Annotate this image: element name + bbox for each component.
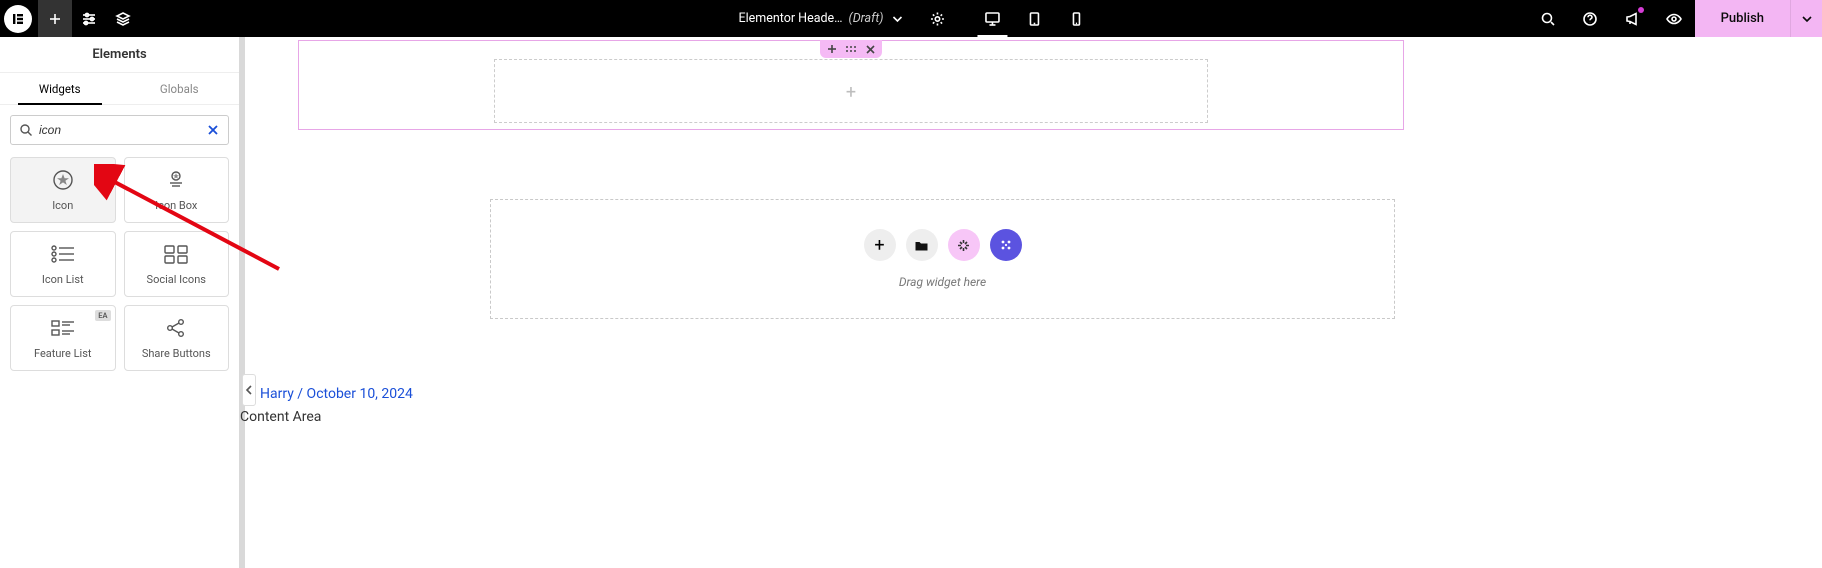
add-section-button[interactable]: + bbox=[864, 229, 896, 261]
publish-label: Publish bbox=[1721, 11, 1764, 26]
elementor-logo[interactable] bbox=[4, 5, 32, 33]
sparkle-icon bbox=[956, 238, 971, 253]
search-icon bbox=[1540, 11, 1556, 27]
notification-dot bbox=[1638, 7, 1644, 13]
sidebar-scrollbar[interactable] bbox=[239, 37, 245, 568]
publish-options-button[interactable] bbox=[1790, 0, 1822, 37]
clear-search-button[interactable] bbox=[206, 123, 220, 137]
plus-icon bbox=[827, 44, 837, 54]
search-icon bbox=[19, 123, 33, 137]
widget-label: Social Icons bbox=[147, 273, 206, 286]
tab-widgets-label: Widgets bbox=[39, 82, 81, 96]
social-icons-icon bbox=[163, 243, 189, 265]
gear-icon bbox=[930, 11, 946, 27]
widget-icon-box[interactable]: Icon Box bbox=[124, 157, 230, 223]
section-drag-handle[interactable] bbox=[845, 43, 857, 55]
add-widget-placeholder[interactable]: + bbox=[846, 82, 856, 103]
sidebar-tabs: Widgets Globals bbox=[0, 73, 239, 105]
byline-text: Harry / October 10, 2024 bbox=[260, 386, 413, 402]
notifications-button[interactable] bbox=[1611, 0, 1653, 37]
publish-group: Publish bbox=[1695, 0, 1822, 37]
search-wrap bbox=[0, 105, 239, 157]
help-icon bbox=[1582, 11, 1598, 27]
tablet-icon bbox=[1027, 11, 1043, 27]
search-input[interactable] bbox=[11, 123, 228, 137]
layers-icon bbox=[115, 11, 131, 27]
sidebar-title: Elements bbox=[0, 37, 239, 73]
feature-list-icon bbox=[50, 317, 76, 339]
section-toolbar bbox=[820, 40, 882, 58]
widget-label: Icon Box bbox=[155, 199, 197, 212]
container-templates-button[interactable] bbox=[990, 229, 1022, 261]
widget-feature-list[interactable]: EA Feature List bbox=[10, 305, 116, 371]
close-icon bbox=[866, 45, 875, 54]
grid-dots-icon bbox=[998, 237, 1014, 253]
widget-label: Share Buttons bbox=[142, 347, 211, 360]
tab-globals-label: Globals bbox=[160, 82, 199, 96]
chevron-down-icon bbox=[892, 13, 904, 25]
document-title-group[interactable]: Elementor Heade… (Draft) bbox=[724, 0, 917, 37]
device-tablet[interactable] bbox=[1014, 0, 1056, 37]
device-mobile[interactable] bbox=[1056, 0, 1098, 37]
icon-box-icon bbox=[164, 169, 188, 191]
add-element-button[interactable] bbox=[38, 0, 72, 37]
megaphone-icon bbox=[1624, 11, 1640, 27]
structure-button[interactable] bbox=[106, 0, 140, 37]
widget-icon-list[interactable]: Icon List bbox=[10, 231, 116, 297]
widget-grid: Icon Icon Box Icon List Social Icons EA bbox=[0, 157, 239, 371]
widget-label: Icon bbox=[52, 199, 73, 212]
page-settings-button[interactable] bbox=[918, 0, 958, 37]
section-add-button[interactable] bbox=[826, 43, 838, 55]
drop-area[interactable]: + Drag widget here bbox=[490, 199, 1395, 319]
site-settings-button[interactable] bbox=[72, 0, 106, 37]
help-button[interactable] bbox=[1569, 0, 1611, 37]
section-container[interactable]: + bbox=[298, 40, 1404, 130]
topbar-center: Elementor Heade… (Draft) bbox=[724, 0, 1097, 37]
mobile-icon bbox=[1069, 11, 1085, 27]
sliders-icon bbox=[81, 11, 97, 27]
preview-button[interactable] bbox=[1653, 0, 1695, 37]
share-icon bbox=[165, 317, 187, 339]
document-title: Elementor Heade… bbox=[738, 11, 842, 26]
section-delete-button[interactable] bbox=[864, 43, 876, 55]
inner-column[interactable]: + bbox=[494, 59, 1208, 123]
tab-widgets[interactable]: Widgets bbox=[0, 73, 120, 104]
publish-button[interactable]: Publish bbox=[1695, 0, 1790, 37]
widget-label: Feature List bbox=[34, 347, 92, 360]
widget-label: Icon List bbox=[42, 273, 84, 286]
folder-icon bbox=[914, 238, 929, 253]
tab-globals[interactable]: Globals bbox=[120, 73, 240, 104]
responsive-devices bbox=[972, 0, 1098, 37]
post-byline[interactable]: Harry / October 10, 2024 bbox=[260, 386, 413, 402]
topbar: Elementor Heade… (Draft) bbox=[0, 0, 1822, 37]
canvas: + + Drag widget here Harry / October 10,… bbox=[246, 37, 1822, 568]
collapse-sidebar-button[interactable] bbox=[242, 374, 256, 406]
plus-icon bbox=[47, 11, 63, 27]
topbar-left bbox=[0, 0, 140, 37]
ai-button[interactable] bbox=[948, 229, 980, 261]
search-box bbox=[10, 115, 229, 145]
icon-list-icon bbox=[50, 243, 76, 265]
eye-icon bbox=[1665, 10, 1683, 28]
content-area-placeholder: Content Area bbox=[240, 409, 321, 425]
elementor-icon bbox=[11, 12, 25, 26]
widget-icon[interactable]: Icon bbox=[10, 157, 116, 223]
desktop-icon bbox=[984, 10, 1002, 28]
widget-social-icons[interactable]: Social Icons bbox=[124, 231, 230, 297]
finder-button[interactable] bbox=[1527, 0, 1569, 37]
drop-label: Drag widget here bbox=[899, 275, 986, 289]
drop-actions: + bbox=[864, 229, 1022, 261]
sidebar: Elements Widgets Globals Icon bbox=[0, 37, 240, 568]
chevron-left-icon bbox=[245, 385, 253, 395]
document-status: (Draft) bbox=[849, 11, 884, 26]
close-icon bbox=[208, 125, 218, 135]
grip-icon bbox=[845, 45, 857, 53]
template-library-button[interactable] bbox=[906, 229, 938, 261]
widget-badge: EA bbox=[95, 310, 110, 321]
chevron-down-icon bbox=[1801, 13, 1813, 25]
widget-share-buttons[interactable]: Share Buttons bbox=[124, 305, 230, 371]
star-icon bbox=[51, 169, 75, 191]
topbar-right: Publish bbox=[1527, 0, 1822, 37]
device-desktop[interactable] bbox=[972, 0, 1014, 37]
